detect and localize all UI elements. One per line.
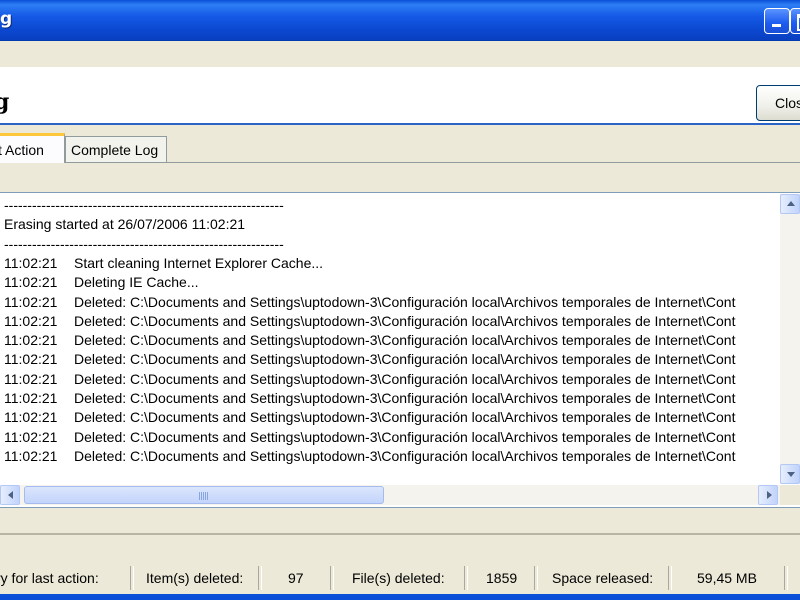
log-message: Start cleaning Internet Explorer Cache..… xyxy=(74,254,324,271)
log-time: 11:02:21 xyxy=(4,312,58,329)
log-time: 11:02:21 xyxy=(4,332,58,349)
log-time: 11:02:21 xyxy=(4,390,58,406)
log-message: Deleted: C:\Documents and Settings\uptod… xyxy=(74,428,736,445)
log-list[interactable]: ----------------------------------------… xyxy=(0,193,778,465)
log-message: Deleted: C:\Documents and Settings\uptod… xyxy=(74,390,736,406)
chevron-left-icon xyxy=(8,491,13,499)
status-bar: ry for last action: Item(s) deleted: 97 … xyxy=(0,562,800,594)
log-time: 11:02:21 xyxy=(4,409,58,426)
title-bar[interactable]: g xyxy=(0,0,800,41)
scrollbar-corner xyxy=(780,485,800,505)
log-time: 11:02:21 xyxy=(4,274,58,291)
scroll-thumb[interactable] xyxy=(24,486,384,504)
scroll-left-button[interactable] xyxy=(0,485,20,505)
log-time: 11:02:21 xyxy=(4,293,58,310)
chevron-right-icon xyxy=(767,491,772,499)
minimize-button[interactable] xyxy=(764,8,790,34)
horizontal-scrollbar[interactable] xyxy=(0,485,780,505)
log-message: ----------------------------------------… xyxy=(4,197,284,213)
minimize-icon xyxy=(772,24,781,27)
log-message: ----------------------------------------… xyxy=(4,235,284,252)
log-time: 11:02:21 xyxy=(4,351,58,368)
log-time: 11:02:21 xyxy=(4,370,58,387)
window-bottom-edge xyxy=(0,594,800,600)
status-divider xyxy=(130,566,134,590)
tab-bar: st Action Complete Log xyxy=(0,126,800,163)
space-released-label: Space released: xyxy=(552,570,654,586)
log-message: Deleted: C:\Documents and Settings\uptod… xyxy=(74,312,736,329)
log-message: Deleting IE Cache... xyxy=(74,274,199,291)
status-divider xyxy=(464,566,468,590)
log-message: Deleted: C:\Documents and Settings\uptod… xyxy=(74,409,736,426)
scroll-right-button[interactable] xyxy=(758,485,778,505)
log-message: Deleted: C:\Documents and Settings\uptod… xyxy=(74,370,736,387)
page-title: g xyxy=(0,89,10,115)
grip-icon xyxy=(199,492,209,500)
status-divider xyxy=(258,566,262,590)
window-title: g xyxy=(0,9,13,29)
log-message: Deleted: C:\Documents and Settings\uptod… xyxy=(74,293,736,310)
log-time: 11:02:21 xyxy=(4,447,58,464)
items-deleted-value: 97 xyxy=(288,570,304,586)
files-deleted-value: 1859 xyxy=(486,570,518,586)
log-time: 11:02:21 xyxy=(4,428,58,445)
summary-label: ry for last action: xyxy=(0,570,99,586)
scroll-down-button[interactable] xyxy=(780,464,800,484)
scroll-up-button[interactable] xyxy=(780,194,800,214)
dialog-header: g Clos xyxy=(0,67,800,125)
log-message: Erasing started at 26/07/2006 11:02:21 xyxy=(4,216,246,233)
status-separator xyxy=(0,533,800,535)
tab-divider xyxy=(0,162,800,163)
close-button[interactable]: Clos xyxy=(756,85,800,121)
chevron-down-icon xyxy=(787,472,795,477)
log-message: Deleted: C:\Documents and Settings\uptod… xyxy=(74,351,736,368)
maximize-button[interactable] xyxy=(790,8,800,34)
tab-complete-log[interactable]: Complete Log xyxy=(65,136,167,162)
status-divider xyxy=(668,566,672,590)
status-divider xyxy=(534,566,538,590)
space-released-value: 59,45 MB xyxy=(697,570,757,586)
toolbar-strip xyxy=(0,41,800,67)
items-deleted-label: Item(s) deleted: xyxy=(146,570,244,586)
tab-last-action[interactable]: st Action xyxy=(0,133,65,163)
log-message: Deleted: C:\Documents and Settings\uptod… xyxy=(74,332,736,349)
status-divider xyxy=(784,566,788,590)
files-deleted-label: File(s) deleted: xyxy=(352,570,445,586)
chevron-up-icon xyxy=(787,201,795,206)
vertical-scrollbar[interactable] xyxy=(780,194,800,484)
log-panel: ----------------------------------------… xyxy=(0,192,800,508)
status-divider xyxy=(330,566,334,590)
log-time: 11:02:21 xyxy=(4,254,58,271)
log-message: Deleted: C:\Documents and Settings\uptod… xyxy=(74,447,736,464)
